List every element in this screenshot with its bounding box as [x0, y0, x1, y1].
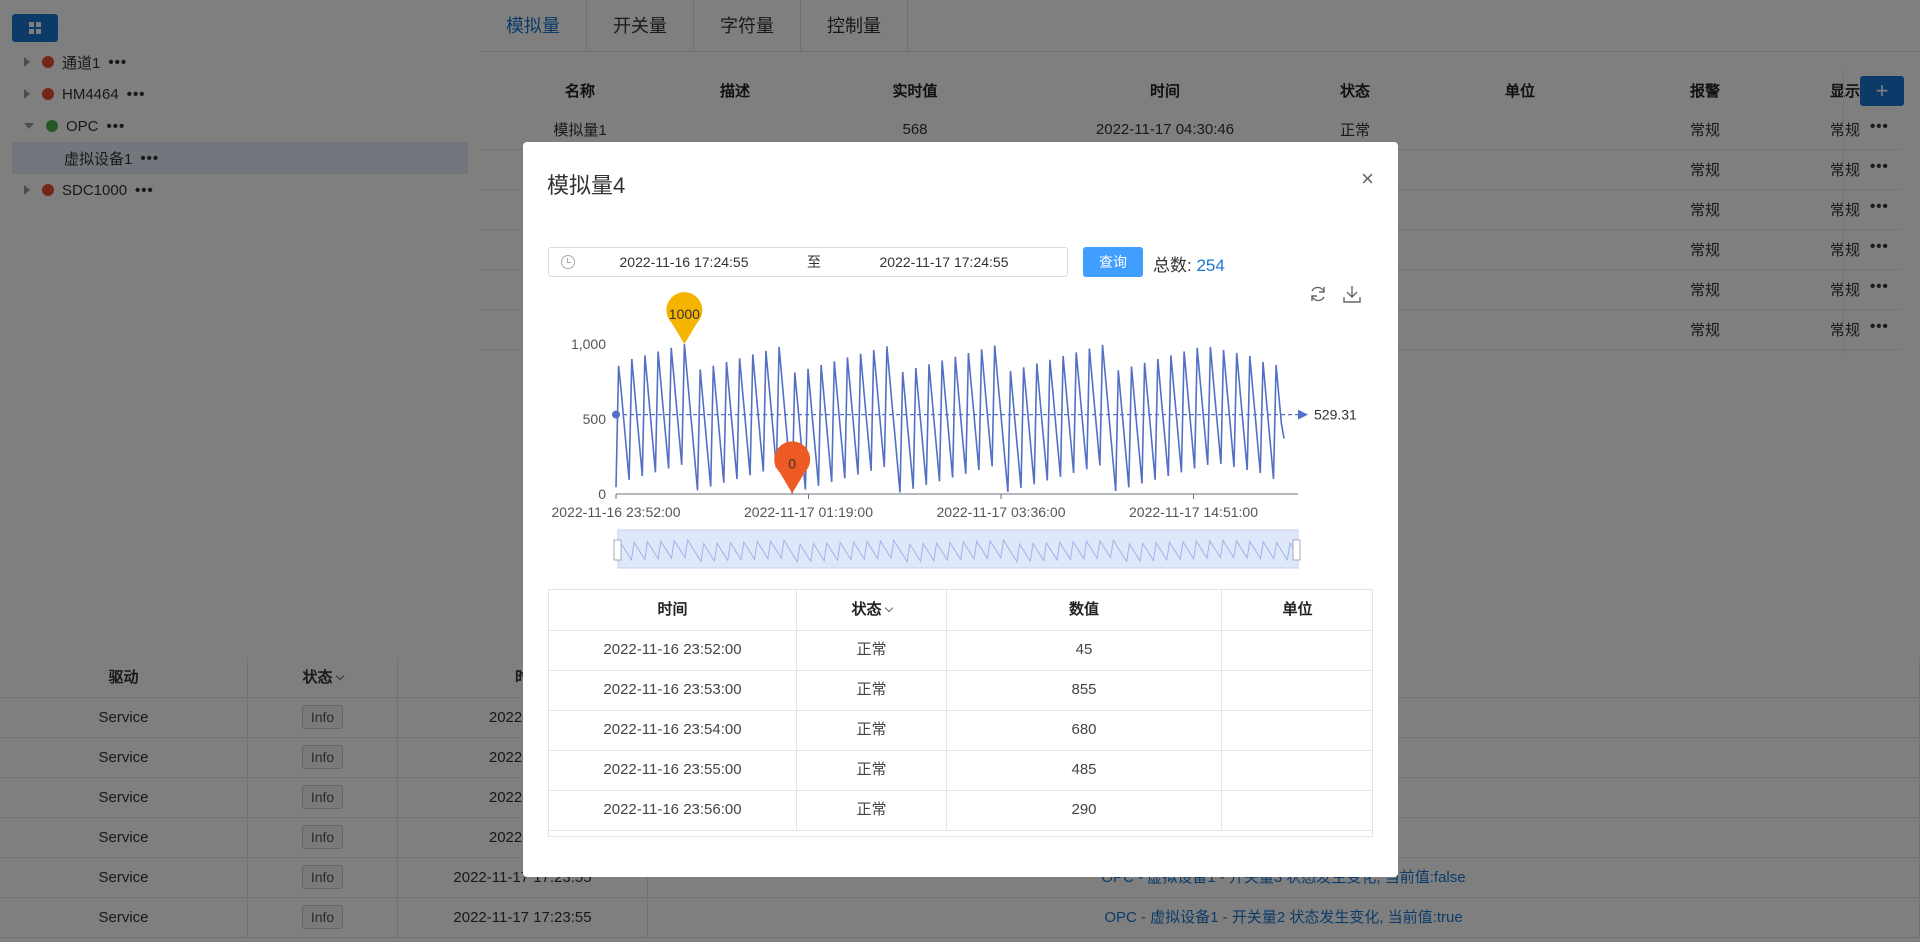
- dialog-title: 模拟量4: [547, 173, 626, 198]
- zoom-handle-right: [1292, 539, 1301, 561]
- average-line-label: 529.31: [1314, 407, 1357, 423]
- zoom-slider-track: [617, 529, 1299, 569]
- x-tick-label: 2022-11-17 03:36:00: [937, 504, 1066, 520]
- history-table: 时间 状态 数值 单位 2022-11-16 23:52:00 正常 45 2022-…: [548, 589, 1373, 837]
- total-value: 254: [1196, 256, 1225, 275]
- col-h-unit: 单位: [1222, 590, 1372, 631]
- history-cell: 2022-11-16 23:54:00: [549, 710, 797, 751]
- history-row: 2022-11-16 23:53:00 正常 855: [549, 670, 1372, 711]
- history-cell: 正常: [797, 710, 947, 751]
- history-cell: 2022-11-16 23:52:00: [549, 630, 797, 671]
- x-tick-label: 2022-11-17 14:51:00: [1129, 504, 1258, 520]
- history-cell: [1222, 750, 1372, 791]
- close-icon[interactable]: ×: [1361, 168, 1374, 190]
- history-cell: 45: [947, 630, 1222, 671]
- total-count: 总数: 254: [1153, 251, 1225, 276]
- history-cell: 855: [947, 670, 1222, 711]
- history-cell: 290: [947, 790, 1222, 831]
- history-cell: 正常: [797, 630, 947, 671]
- history-cell: [1222, 670, 1372, 711]
- history-row: 2022-11-16 23:56:00 正常 290: [549, 790, 1372, 831]
- y-tick-label: 0: [598, 486, 606, 502]
- date-range-picker[interactable]: 2022-11-16 17:24:55 至 2022-11-17 17:24:5…: [548, 247, 1068, 277]
- query-button[interactable]: 查询: [1083, 247, 1143, 277]
- history-cell: 正常: [797, 750, 947, 791]
- clock-icon: [561, 255, 575, 269]
- history-table-header: 时间 状态 数值 单位: [549, 590, 1372, 631]
- history-cell: [1222, 790, 1372, 831]
- col-h-time: 时间: [549, 590, 797, 631]
- total-label: 总数:: [1153, 256, 1192, 275]
- history-cell: [1222, 710, 1372, 751]
- start-time-input[interactable]: 2022-11-16 17:24:55: [589, 254, 779, 270]
- zoom-handle-left: [613, 539, 622, 561]
- y-tick-label: 500: [583, 411, 607, 427]
- range-separator: 至: [807, 254, 821, 270]
- history-dialog: 模拟量4 × 2022-11-16 17:24:55 至 2022-11-17 …: [523, 142, 1398, 877]
- history-cell: [1222, 630, 1372, 671]
- history-cell: 485: [947, 750, 1222, 791]
- end-time-input[interactable]: 2022-11-17 17:24:55: [849, 254, 1039, 270]
- col-h-status[interactable]: 状态: [797, 590, 947, 631]
- history-cell: 680: [947, 710, 1222, 751]
- history-row: 2022-11-16 23:54:00 正常 680: [549, 710, 1372, 751]
- history-cell: 正常: [797, 790, 947, 831]
- col-h-value: 数值: [947, 590, 1222, 631]
- max-marker-label: 1000: [669, 306, 700, 322]
- history-cell: 正常: [797, 670, 947, 711]
- history-cell: 2022-11-16 23:55:00: [549, 750, 797, 791]
- history-cell: 2022-11-16 23:56:00: [549, 790, 797, 831]
- average-line-start: [612, 410, 620, 419]
- average-line-arrow: [1298, 409, 1308, 420]
- sort-down-icon: [884, 603, 893, 613]
- history-cell: 2022-11-16 23:53:00: [549, 670, 797, 711]
- history-row: 2022-11-16 23:52:00 正常 45: [549, 630, 1372, 671]
- x-tick-label: 2022-11-16 23:52:00: [552, 504, 681, 520]
- series-line: [615, 343, 1285, 494]
- min-marker-label: 0: [788, 455, 796, 471]
- history-line-chart[interactable]: 0 500 1,000 2022-11-16 23:52:00 2022-11-17 0…: [523, 292, 1398, 622]
- history-row: 2022-11-16 23:55:00 正常 485: [549, 750, 1372, 791]
- y-tick-label: 1,000: [571, 336, 606, 352]
- x-tick-label: 2022-11-17 01:19:00: [744, 504, 873, 520]
